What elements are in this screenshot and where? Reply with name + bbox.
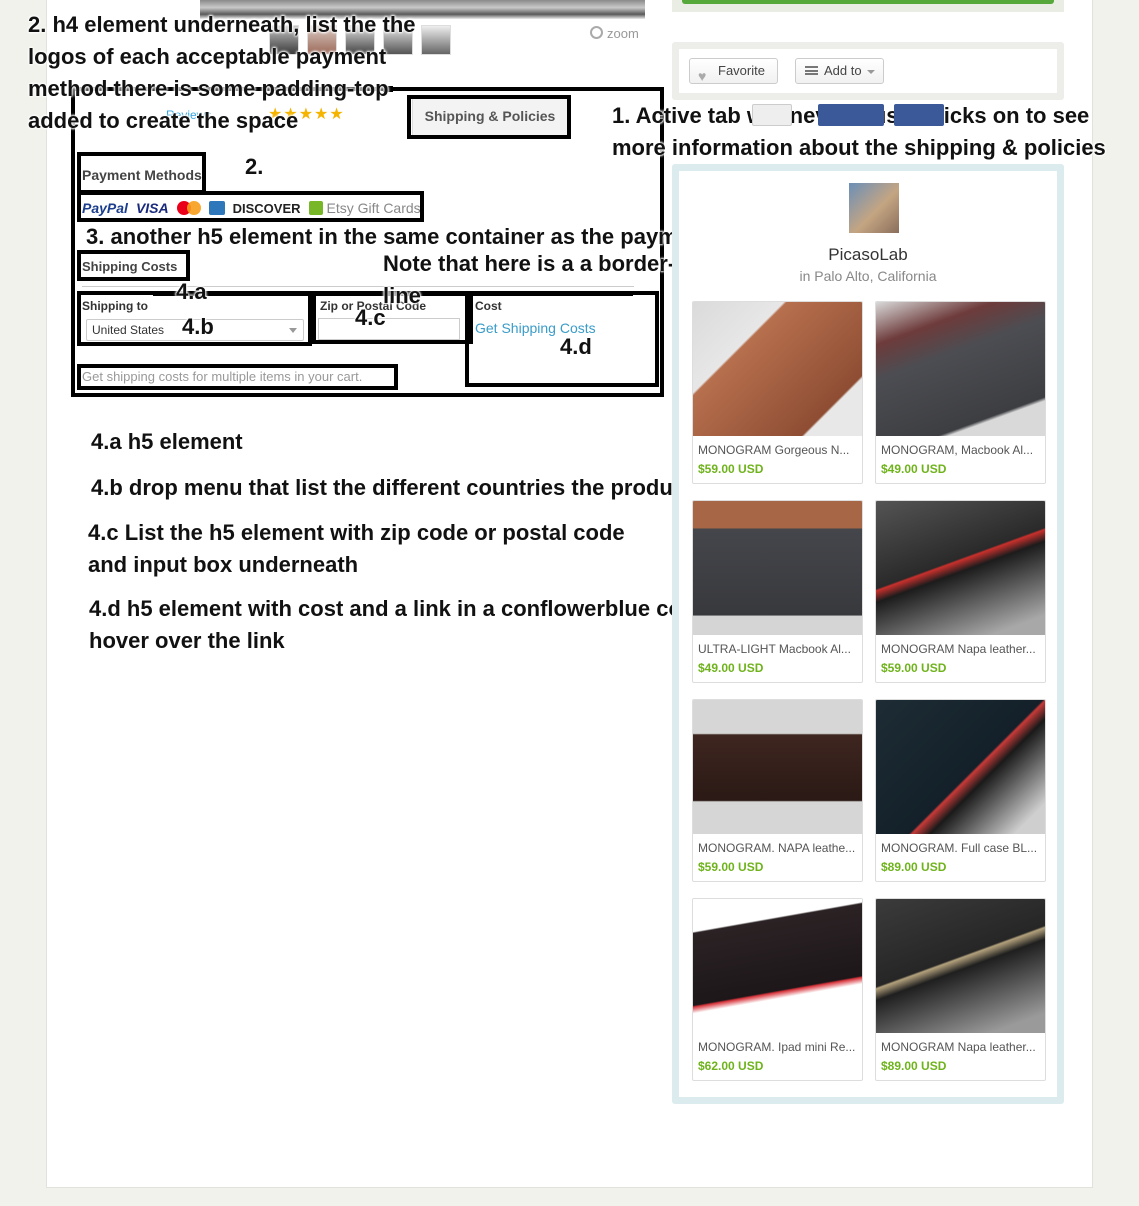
share-button-1[interactable] xyxy=(752,104,792,126)
listing-title: MONOGRAM. Full case BL... xyxy=(881,841,1038,855)
listing-card[interactable]: MONOGRAM Napa leather... $89.00 USD xyxy=(875,898,1046,1081)
listing-title: ULTRA-LIGHT Macbook Al... xyxy=(698,642,851,656)
listing-card[interactable]: MONOGRAM. Full case BL... $89.00 USD xyxy=(875,699,1046,882)
listing-image xyxy=(693,899,862,1033)
favorite-panel-inner: ♥ Favorite Add to xyxy=(679,49,1057,93)
listing-price: $62.00 USD xyxy=(698,1059,764,1073)
share-button-3[interactable] xyxy=(894,104,944,126)
annotation-4d-tag: 4.d xyxy=(560,334,592,359)
listing-image xyxy=(876,501,1045,635)
listing-title: MONOGRAM, Macbook Al... xyxy=(881,443,1034,457)
shop-location: in Palo Alto, California xyxy=(799,268,937,284)
zoom-label: zoom xyxy=(607,26,639,41)
shop-avatar[interactable] xyxy=(849,183,899,233)
listing-image xyxy=(876,899,1045,1033)
add-to-label: Add to xyxy=(824,63,862,78)
listing-card[interactable]: MONOGRAM. NAPA leathe... $59.00 USD xyxy=(692,699,863,882)
list-icon xyxy=(805,66,818,75)
annotation-box-note xyxy=(77,364,398,390)
listing-title: MONOGRAM Napa leather... xyxy=(881,1040,1036,1054)
annotation-4a: 4.a h5 element xyxy=(91,429,243,454)
listing-price: $89.00 USD xyxy=(881,860,947,874)
magnifier-icon xyxy=(590,26,603,39)
listing-card[interactable]: MONOGRAM Napa leather... $59.00 USD xyxy=(875,500,1046,683)
listing-price: $89.00 USD xyxy=(881,1059,947,1073)
listing-image xyxy=(876,302,1045,436)
listing-price: $49.00 USD xyxy=(881,462,947,476)
listing-card[interactable]: MONOGRAM, Macbook Al... $49.00 USD xyxy=(875,301,1046,484)
annotation-box-payment-heading xyxy=(77,152,206,194)
listing-card[interactable]: MONOGRAM Gorgeous N... $59.00 USD xyxy=(692,301,863,484)
annotation-box-active-tab xyxy=(407,95,571,139)
listing-image xyxy=(876,700,1045,834)
annotation-4c-tag: 4.c xyxy=(355,305,386,330)
listing-title: MONOGRAM Gorgeous N... xyxy=(698,443,850,457)
listing-title: MONOGRAM. NAPA leathe... xyxy=(698,841,856,855)
buy-panel xyxy=(672,0,1064,12)
caret-down-icon xyxy=(867,70,875,74)
share-button-2[interactable] xyxy=(818,104,884,126)
add-to-list-button[interactable]: Add to xyxy=(795,58,884,84)
listing-card[interactable]: MONOGRAM. Ipad mini Re... $62.00 USD xyxy=(692,898,863,1081)
favorite-label: Favorite xyxy=(718,63,765,78)
zoom-button[interactable]: zoom xyxy=(590,25,639,41)
listing-title: MONOGRAM. Ipad mini Re... xyxy=(698,1040,856,1054)
annotation-4a-tag: 4.a xyxy=(176,279,207,304)
listing-image xyxy=(693,700,862,834)
thumbnail-5[interactable] xyxy=(421,25,451,55)
listing-image xyxy=(693,302,862,436)
annotation-4c: 4.c List the h5 element with zip code or… xyxy=(88,520,625,577)
annotation-box-shipping-heading xyxy=(77,250,190,281)
listing-price: $59.00 USD xyxy=(698,860,764,874)
heart-icon: ♥ xyxy=(698,68,707,84)
annotation-2-tag: 2. xyxy=(245,154,264,179)
favorite-button[interactable]: ♥ Favorite xyxy=(689,58,778,84)
annotation-2: 2. h4 element underneath, list the the l… xyxy=(28,12,416,133)
shop-name[interactable]: PicasoLab xyxy=(679,245,1057,265)
listing-price: $59.00 USD xyxy=(698,462,764,476)
annotation-box-payment-logos xyxy=(77,191,424,222)
favorite-panel: ♥ Favorite Add to xyxy=(672,42,1064,100)
listing-price: $49.00 USD xyxy=(698,661,764,675)
listing-card[interactable]: ULTRA-LIGHT Macbook Al... $49.00 USD xyxy=(692,500,863,683)
annotation-4b-tag: 4.b xyxy=(182,314,214,339)
listing-title: MONOGRAM Napa leather... xyxy=(881,642,1036,656)
listing-price: $59.00 USD xyxy=(881,661,947,675)
listing-image xyxy=(693,501,862,635)
add-to-cart-button[interactable] xyxy=(682,0,1054,4)
